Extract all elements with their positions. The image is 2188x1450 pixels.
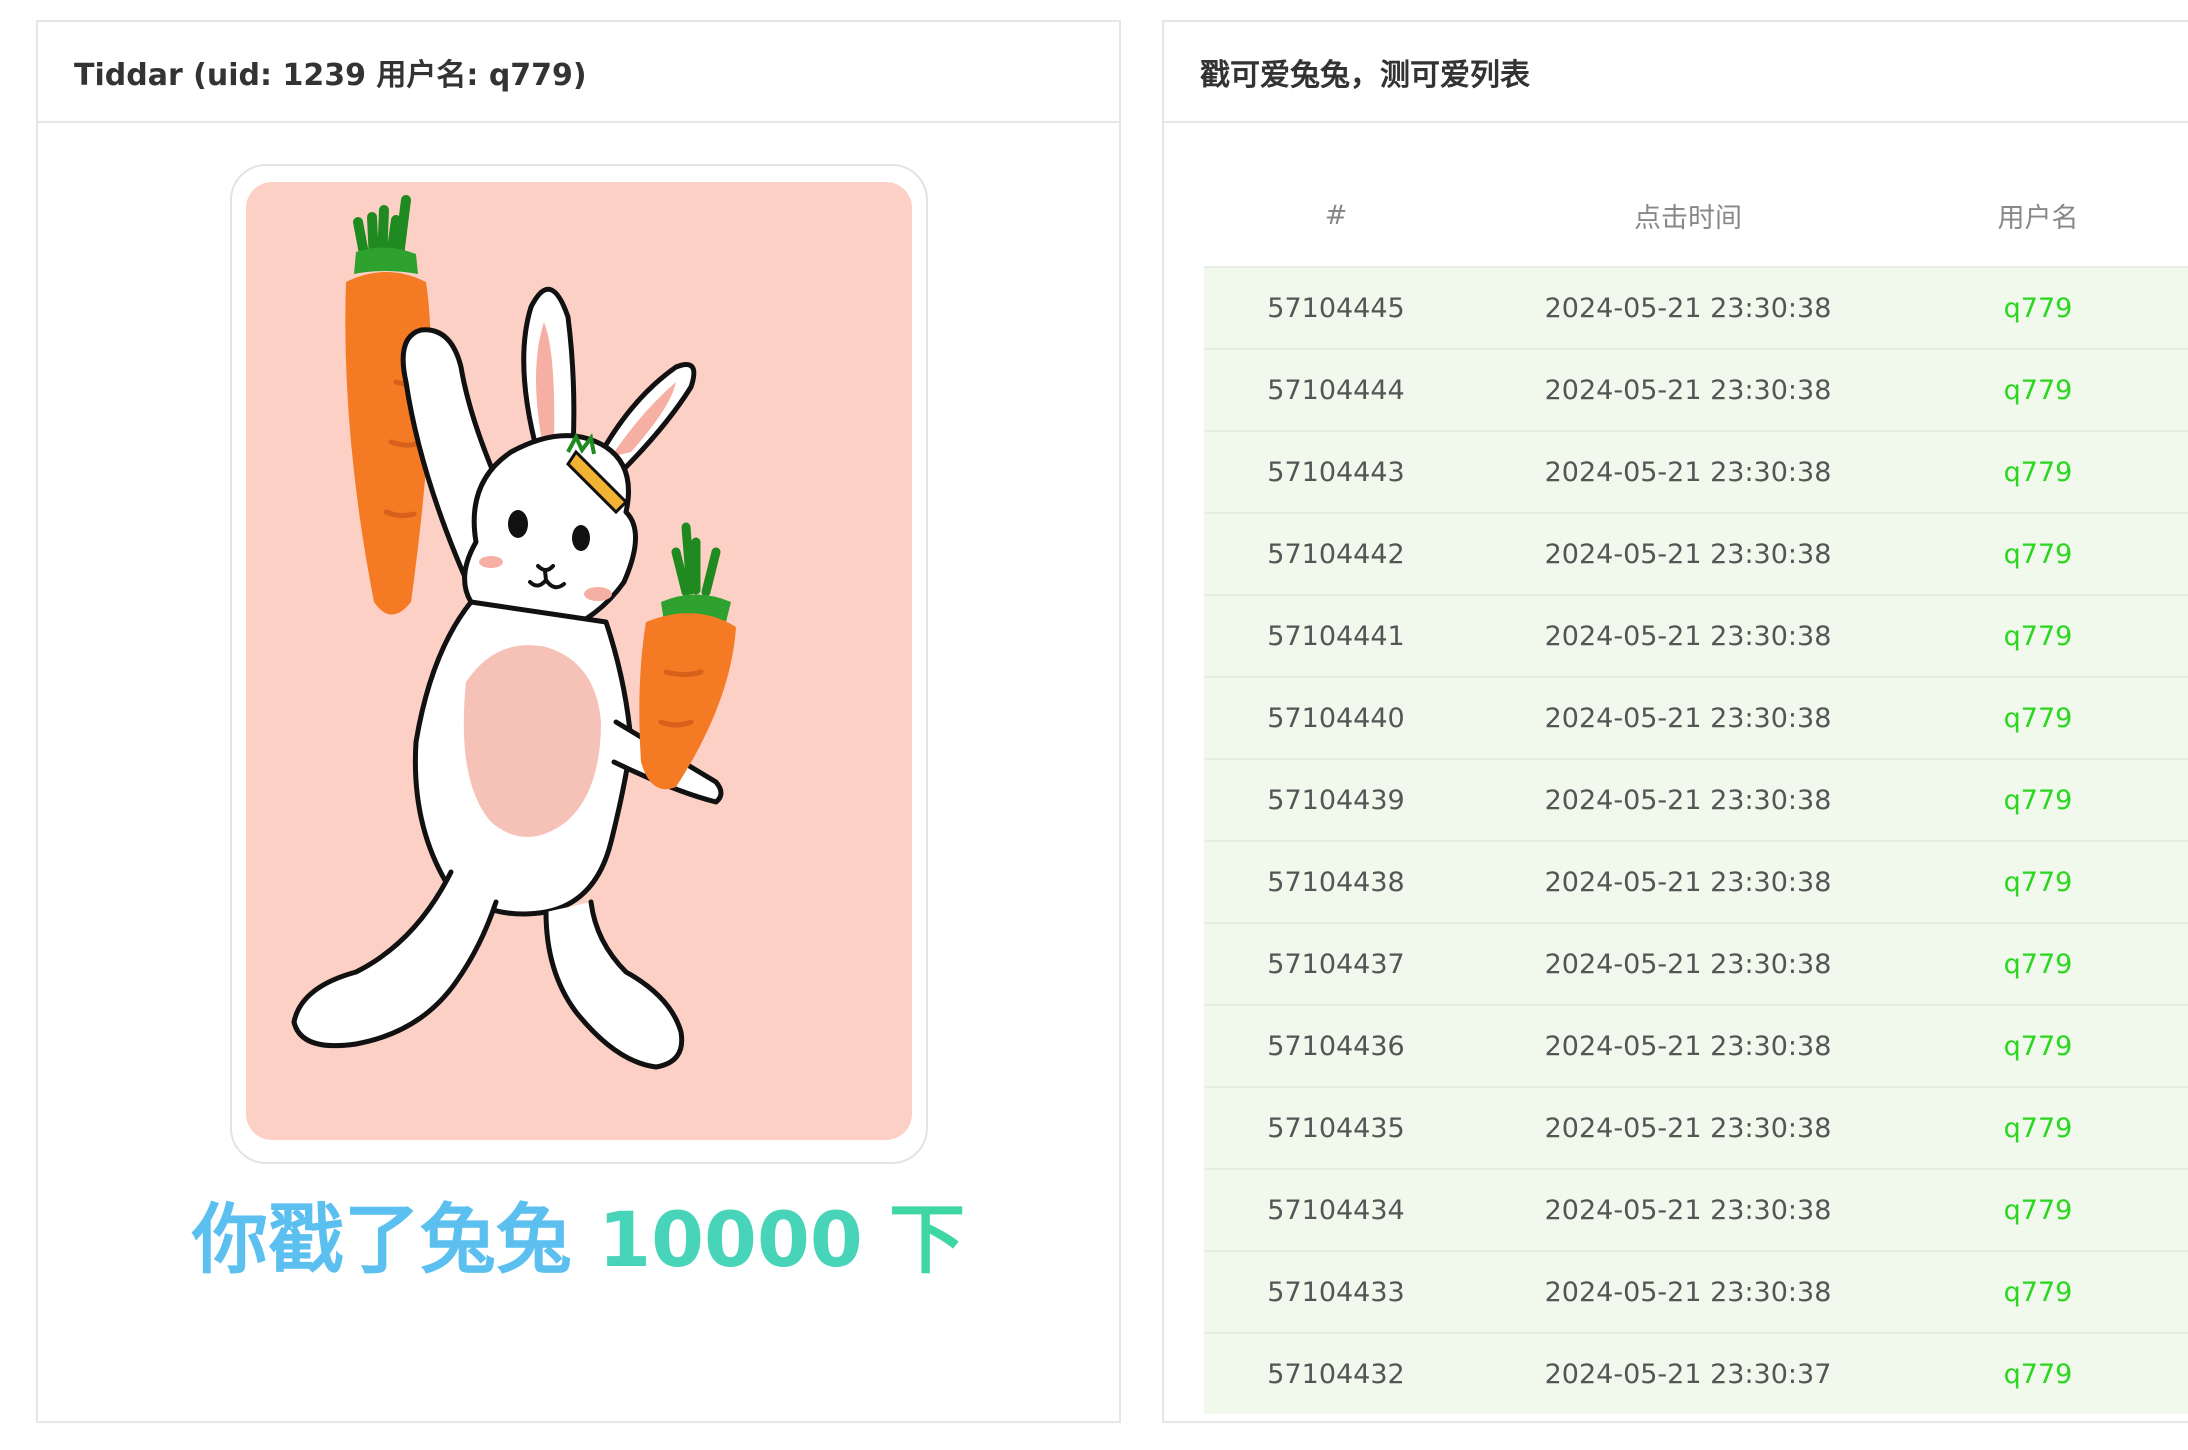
column-header-time: 点击时间: [1634, 202, 1742, 234]
row-id: 57104435: [1204, 1086, 1468, 1169]
table-row: 57104440 2024-05-21 23:30:38 q779: [1204, 676, 2188, 759]
table-row: 57104441 2024-05-21 23:30:38 q779: [1204, 594, 2188, 677]
table-row: 57104445 2024-05-21 23:30:38 q779: [1204, 266, 2188, 349]
row-id: 57104440: [1204, 676, 1468, 759]
row-user[interactable]: q779: [1908, 922, 2168, 1005]
table-row: 57104436 2024-05-21 23:30:38 q779: [1204, 1004, 2188, 1087]
row-user[interactable]: q779: [1908, 1250, 2168, 1333]
table-row: 57104438 2024-05-21 23:30:38 q779: [1204, 840, 2188, 923]
row-id: 57104444: [1204, 348, 1468, 431]
row-time: 2024-05-21 23:30:38: [1468, 430, 1908, 513]
row-user[interactable]: q779: [1908, 1332, 2168, 1414]
table-row: 57104434 2024-05-21 23:30:38 q779: [1204, 1168, 2188, 1251]
row-id: 57104436: [1204, 1004, 1468, 1087]
row-time: 2024-05-21 23:30:38: [1468, 512, 1908, 595]
bunny-illustration[interactable]: [246, 182, 912, 1140]
row-id: 57104441: [1204, 594, 1468, 677]
table-row: 57104444 2024-05-21 23:30:38 q779: [1204, 348, 2188, 431]
row-id: 57104437: [1204, 922, 1468, 1005]
row-user[interactable]: q779: [1908, 676, 2168, 759]
table-header-row: # 点击时间 用户名: [1204, 164, 2188, 267]
row-id: 57104438: [1204, 840, 1468, 923]
table-row: 57104432 2024-05-21 23:30:37 q779: [1204, 1332, 2188, 1414]
row-time: 2024-05-21 23:30:38: [1468, 1086, 1908, 1169]
row-user[interactable]: q779: [1908, 512, 2168, 595]
row-user[interactable]: q779: [1908, 1168, 2168, 1251]
row-time: 2024-05-21 23:30:37: [1468, 1332, 1908, 1414]
table-row: 57104439 2024-05-21 23:30:38 q779: [1204, 758, 2188, 841]
row-id: 57104439: [1204, 758, 1468, 841]
row-id: 57104433: [1204, 1250, 1468, 1333]
row-time: 2024-05-21 23:30:38: [1468, 594, 1908, 677]
table-row: 57104442 2024-05-21 23:30:38 q779: [1204, 512, 2188, 595]
counter-prefix: 你戳了兔兔: [191, 1195, 572, 1284]
row-id: 57104434: [1204, 1168, 1468, 1251]
row-id: 57104443: [1204, 430, 1468, 513]
counter-value: 10000: [598, 1195, 863, 1284]
table-row: 57104433 2024-05-21 23:30:38 q779: [1204, 1250, 2188, 1333]
user-panel-title: Tiddar (uid: 1239 用户名: q779): [38, 22, 1119, 123]
click-table: # 点击时间 用户名 57104445 2024-05-21 23:30:38 q7…: [1204, 164, 2188, 1414]
row-time: 2024-05-21 23:30:38: [1468, 348, 1908, 431]
column-header-user: 用户名: [1997, 202, 2079, 234]
bunny-card[interactable]: [230, 164, 928, 1164]
row-time: 2024-05-21 23:30:38: [1468, 840, 1908, 923]
row-time: 2024-05-21 23:30:38: [1468, 1250, 1908, 1333]
row-user[interactable]: q779: [1908, 266, 2168, 349]
row-time: 2024-05-21 23:30:38: [1468, 676, 1908, 759]
page: Tiddar (uid: 1239 用户名: q779) 你戳了兔兔 10000…: [0, 0, 2188, 1450]
table-row: 57104443 2024-05-21 23:30:38 q779: [1204, 430, 2188, 513]
click-table-wrapper: # 点击时间 用户名 57104445 2024-05-21 23:30:38 q7…: [1204, 164, 2188, 1414]
table-row: 57104437 2024-05-21 23:30:38 q779: [1204, 922, 2188, 1005]
row-user[interactable]: q779: [1908, 758, 2168, 841]
row-time: 2024-05-21 23:30:38: [1468, 758, 1908, 841]
row-id: 57104442: [1204, 512, 1468, 595]
row-id: 57104432: [1204, 1332, 1468, 1414]
row-user[interactable]: q779: [1908, 1086, 2168, 1169]
row-user[interactable]: q779: [1908, 348, 2168, 431]
row-user[interactable]: q779: [1908, 840, 2168, 923]
row-user[interactable]: q779: [1908, 430, 2168, 513]
row-time: 2024-05-21 23:30:38: [1468, 922, 1908, 1005]
user-panel: Tiddar (uid: 1239 用户名: q779) 你戳了兔兔 10000…: [36, 20, 1121, 1423]
table-row: 57104435 2024-05-21 23:30:38 q779: [1204, 1086, 2188, 1169]
row-user[interactable]: q779: [1908, 1004, 2168, 1087]
row-time: 2024-05-21 23:30:38: [1468, 266, 1908, 349]
column-header-id: #: [1324, 199, 1348, 231]
row-time: 2024-05-21 23:30:38: [1468, 1004, 1908, 1087]
click-counter: 你戳了兔兔 10000 下: [38, 1202, 1119, 1278]
row-time: 2024-05-21 23:30:38: [1468, 1168, 1908, 1251]
counter-suffix: 下: [889, 1195, 966, 1284]
click-list-title: 戳可爱兔兔，测可爱列表: [1164, 22, 2188, 123]
click-list-panel: 戳可爱兔兔，测可爱列表 # 点击时间 用户名 57104445 2024-05-2…: [1162, 20, 2188, 1423]
row-user[interactable]: q779: [1908, 594, 2168, 677]
row-id: 57104445: [1204, 266, 1468, 349]
